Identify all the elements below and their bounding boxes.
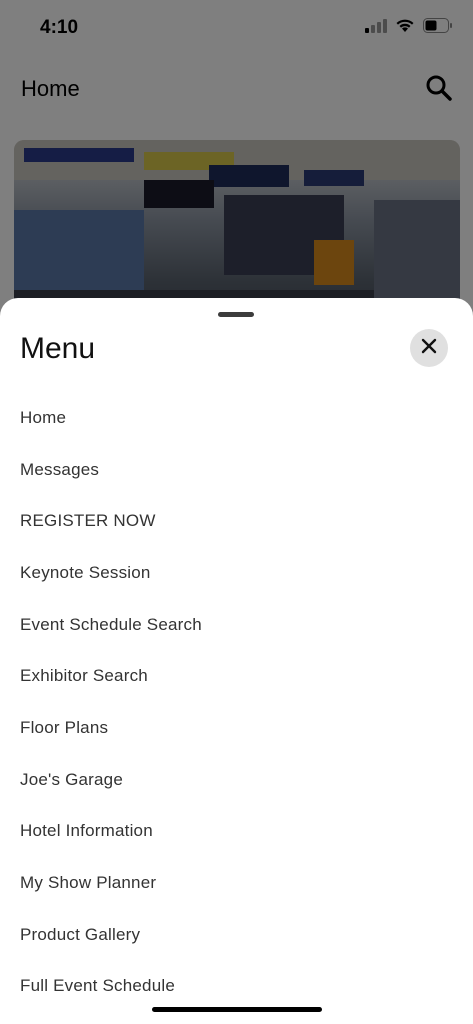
menu-item-register-now[interactable]: REGISTER NOW xyxy=(20,495,450,547)
menu-item-my-show-planner[interactable]: My Show Planner xyxy=(20,857,450,909)
menu-list: Home Messages REGISTER NOW Keynote Sessi… xyxy=(20,392,450,1012)
close-button[interactable] xyxy=(410,329,448,367)
menu-item-floor-plans[interactable]: Floor Plans xyxy=(20,702,450,754)
menu-item-product-gallery[interactable]: Product Gallery xyxy=(20,909,450,961)
home-indicator[interactable] xyxy=(152,1007,322,1012)
menu-title: Menu xyxy=(20,332,96,365)
menu-item-messages[interactable]: Messages xyxy=(20,444,450,496)
close-icon xyxy=(421,338,437,359)
menu-sheet: Menu Home Messages REGISTER NOW Keynote … xyxy=(0,298,473,1024)
menu-item-hotel-information[interactable]: Hotel Information xyxy=(20,806,450,858)
menu-item-exhibitor-search[interactable]: Exhibitor Search xyxy=(20,650,450,702)
sheet-grabber[interactable] xyxy=(218,312,254,317)
menu-item-keynote-session[interactable]: Keynote Session xyxy=(20,547,450,599)
menu-item-event-schedule-search[interactable]: Event Schedule Search xyxy=(20,599,450,651)
menu-item-home[interactable]: Home xyxy=(20,392,450,444)
menu-item-joes-garage[interactable]: Joe's Garage xyxy=(20,754,450,806)
menu-item-full-event-schedule[interactable]: Full Event Schedule xyxy=(20,961,450,1013)
